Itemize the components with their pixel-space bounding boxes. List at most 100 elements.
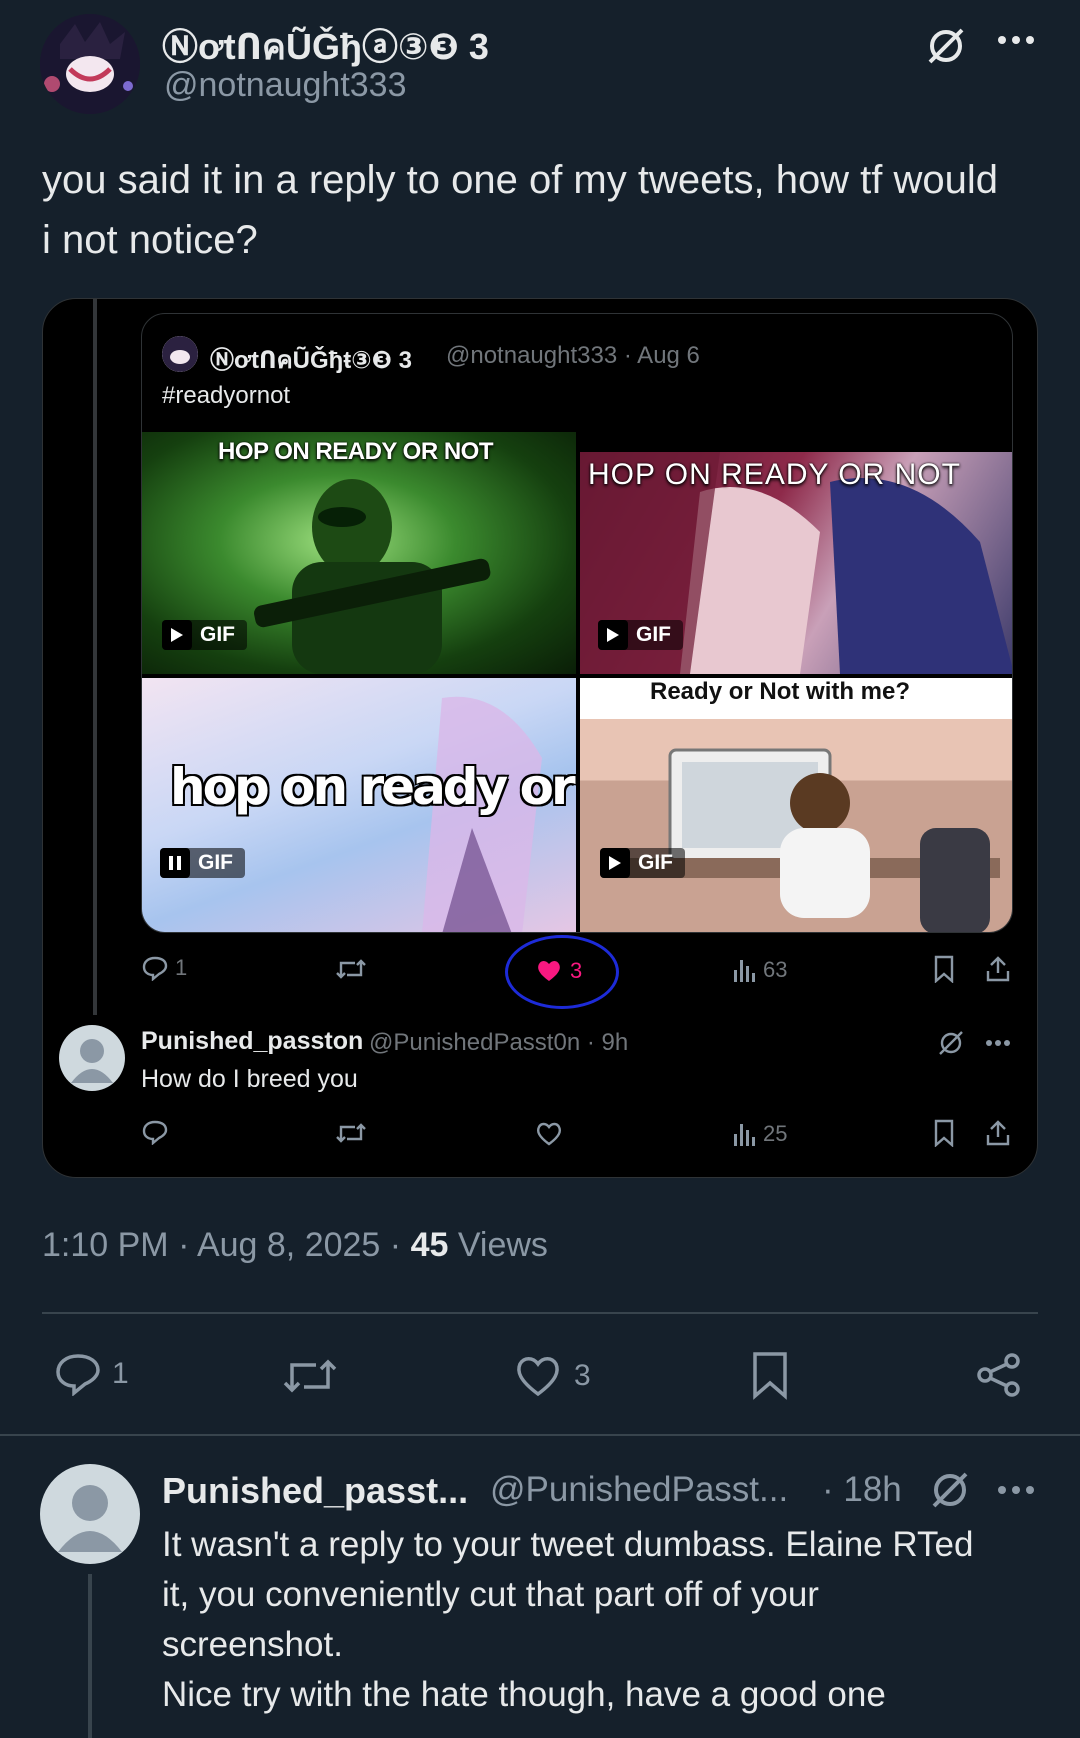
divider: [42, 1312, 1038, 1314]
retweet-button[interactable]: [282, 1356, 338, 1396]
response-text: It wasn't a reply to your tweet dumbass.…: [162, 1520, 1062, 1720]
like-count: 3: [574, 1359, 591, 1392]
bookmark-button[interactable]: [750, 1350, 790, 1400]
views-label: Views: [448, 1226, 548, 1264]
heart-icon: [517, 1357, 559, 1397]
response-time: · 18h: [822, 1470, 902, 1509]
response-line-2: it, you conveniently cut that part off o…: [162, 1575, 819, 1614]
author-avatar[interactable]: [40, 14, 140, 114]
gif-4-badge[interactable]: GIF: [600, 848, 685, 878]
reply-icon: [142, 1120, 168, 1145]
default-avatar-icon: [71, 1039, 113, 1083]
more-options-icon[interactable]: [996, 34, 1036, 46]
response-grok-icon[interactable]: [928, 1468, 972, 1512]
default-avatar-icon: [58, 1485, 122, 1552]
reply-views-button[interactable]: 25: [733, 1121, 787, 1147]
author-handle[interactable]: @notnaught333: [164, 66, 407, 105]
gif-tile-2[interactable]: HOP ON READY OR NOT GIF: [580, 452, 1012, 674]
quoted-views-button[interactable]: 63: [733, 957, 787, 983]
bookmark-icon: [934, 1119, 954, 1147]
quoted-tweet[interactable]: ⓃơtՈคŨǦђŧ③❸ 3 @notnaught333 · Aug 6 #rea…: [141, 313, 1013, 933]
gif-tile-4[interactable]: Ready or Not with me? GIF: [580, 678, 1012, 932]
quoted-text: #readyornot: [162, 382, 291, 409]
quoted-like-button[interactable]: 3: [536, 958, 582, 984]
grok-icon[interactable]: [924, 24, 968, 68]
quoted-like-count: 3: [570, 958, 583, 983]
reply-count: 1: [112, 1357, 129, 1390]
play-icon: [600, 848, 630, 878]
gif-2-label: GIF: [636, 623, 671, 646]
views-count: 45: [410, 1226, 449, 1264]
timestamp-text: 1:10 PM · Aug 8, 2025 ·: [42, 1226, 411, 1264]
gif-2-badge[interactable]: GIF: [598, 620, 683, 650]
gif-4-caption: Ready or Not with me?: [650, 678, 911, 705]
reply-grok-icon[interactable]: [937, 1029, 965, 1057]
quoted-handle-date: @notnaught333 · Aug 6: [446, 342, 700, 369]
reply-bookmark-button[interactable]: [933, 1119, 955, 1147]
reply-handle-date: @PunishedPasst0n · 9h: [369, 1029, 629, 1056]
gamer-desk-icon: [620, 748, 1000, 932]
thread-line: [88, 1574, 92, 1738]
reply-retweet-button[interactable]: [335, 1121, 367, 1145]
reply-display-name: Punished_passton: [141, 1027, 364, 1055]
reply-more-icon[interactable]: [985, 1039, 1011, 1047]
reply-icon: [56, 1354, 100, 1396]
gif-2-caption: HOP ON READY OR NOT: [588, 458, 961, 491]
views-icon: [734, 1124, 755, 1146]
response-line-1: It wasn't a reply to your tweet dumbass.…: [162, 1525, 974, 1564]
gif-tile-3[interactable]: hop on ready or not GIF: [142, 678, 576, 932]
like-button[interactable]: 3: [514, 1354, 591, 1398]
retweet-icon: [336, 1123, 366, 1143]
reply-reply-button[interactable]: [141, 1119, 169, 1145]
heart-icon: [536, 1122, 562, 1146]
share-icon: [977, 1353, 1020, 1397]
quoted-retweet-button[interactable]: [335, 957, 367, 981]
pause-icon: [160, 848, 190, 878]
bookmark-icon: [934, 955, 954, 983]
play-icon: [162, 620, 192, 650]
reply-like-button[interactable]: [535, 1121, 563, 1147]
avatar-art-icon: [40, 14, 140, 114]
gif-3-caption: hop on ready or not: [170, 758, 576, 816]
reply-avatar[interactable]: [59, 1025, 125, 1091]
share-button[interactable]: [976, 1352, 1022, 1398]
response-handle[interactable]: @PunishedPasst...: [490, 1470, 788, 1510]
divider: [0, 1434, 1080, 1436]
quoted-share-button[interactable]: [985, 955, 1011, 983]
share-icon: [986, 956, 1010, 982]
response-more-icon[interactable]: [996, 1484, 1036, 1496]
retweet-icon: [336, 959, 366, 979]
gif-tile-1[interactable]: HOP ON READY OR NOT GIF: [142, 432, 576, 674]
quoted-bookmark-button[interactable]: [933, 955, 955, 983]
quoted-display-name: ⓃơtՈคŨǦђŧ③❸ 3: [210, 347, 412, 374]
response-line-4: Nice try with the hate though, have a go…: [162, 1675, 886, 1714]
gif-4-label: GIF: [638, 851, 673, 874]
tweet-timestamp[interactable]: 1:10 PM · Aug 8, 2025 · 45 Views: [42, 1226, 548, 1265]
response-avatar[interactable]: [40, 1464, 140, 1564]
reply-views-count: 25: [763, 1121, 788, 1146]
gif-3-badge[interactable]: GIF: [160, 848, 245, 878]
gif-3-label: GIF: [198, 851, 233, 874]
gif-1-badge[interactable]: GIF: [162, 620, 247, 650]
reply-button[interactable]: 1: [54, 1352, 129, 1396]
quoted-reply-button[interactable]: 1: [141, 955, 187, 981]
response-line-3: screenshot.: [162, 1625, 343, 1664]
views-icon: [734, 960, 755, 982]
share-icon: [986, 1120, 1010, 1146]
reply-share-button[interactable]: [985, 1119, 1011, 1147]
response-display-name[interactable]: Punished_passt...: [162, 1470, 468, 1512]
quoted-avatar: [162, 336, 198, 372]
reply-text: How do I breed you: [141, 1065, 358, 1093]
tweet-text: you said it in a reply to one of my twee…: [42, 158, 999, 262]
heart-filled-icon: [538, 961, 560, 981]
retweet-icon: [283, 1359, 337, 1393]
thread-line: [93, 299, 97, 1015]
bookmark-icon: [753, 1352, 787, 1400]
reply-icon: [142, 956, 168, 981]
attached-screenshot[interactable]: ⓃơtՈคŨǦђŧ③❸ 3 @notnaught333 · Aug 6 #rea…: [42, 298, 1038, 1178]
play-icon: [598, 620, 628, 650]
quoted-reply-count: 1: [175, 955, 188, 980]
quoted-views-count: 63: [763, 957, 788, 982]
gif-1-label: GIF: [200, 623, 235, 646]
gif-1-caption: HOP ON READY OR NOT: [218, 438, 493, 465]
